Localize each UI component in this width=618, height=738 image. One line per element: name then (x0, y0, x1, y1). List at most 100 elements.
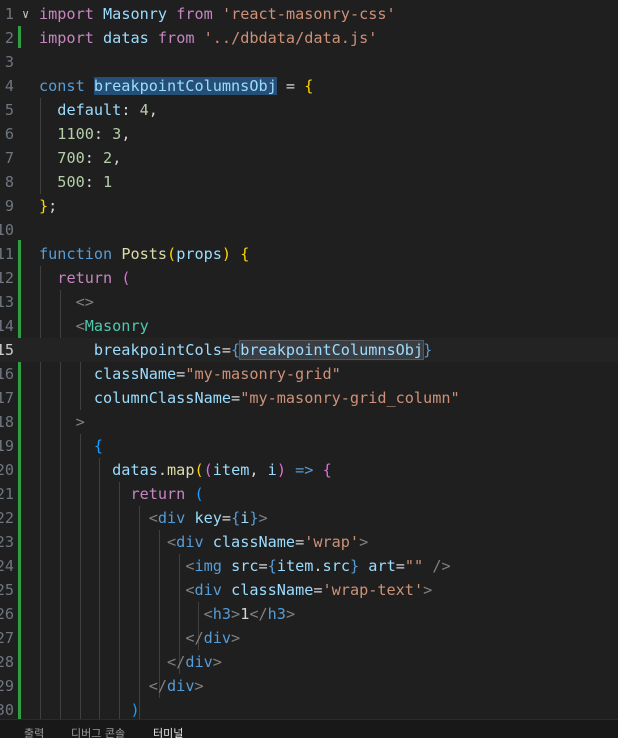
code-token: } (39, 197, 49, 215)
line-number: 23 (0, 533, 14, 551)
code-token: map (167, 461, 195, 479)
code-token: from (176, 5, 213, 23)
code-text: </div> (39, 674, 204, 698)
code-token: ( (194, 461, 204, 479)
code-token: ( (194, 485, 204, 503)
code-token: div (176, 533, 204, 551)
code-line[interactable]: 8 500: 1 (0, 170, 618, 194)
code-token: datas (112, 461, 158, 479)
code-line[interactable]: 13 <> (0, 290, 618, 314)
code-token: , (112, 149, 122, 167)
code-text: <div key={i}> (39, 506, 268, 530)
code-token: div (194, 581, 222, 599)
code-token: > (194, 677, 204, 695)
code-text: import datas from '../dbdata/data.js' (39, 26, 377, 50)
code-line[interactable]: 1 ∨ import Masonry from 'react-masonry-css… (0, 2, 618, 26)
code-text: function Posts(props) { (39, 242, 249, 266)
code-token: div (157, 509, 186, 527)
code-token: ; (48, 197, 58, 215)
code-token: </ (148, 677, 168, 695)
line-number: 4 (4, 77, 14, 95)
code-line[interactable]: 14 <Masonry (0, 314, 618, 338)
code-line[interactable]: 4 const breakpointColumnsObj = { (0, 74, 618, 98)
code-line[interactable]: 10 (0, 218, 618, 242)
code-token: = (313, 581, 323, 599)
code-token: ) (221, 245, 232, 263)
code-line[interactable]: 15 breakpointCols={breakpointColumnsObj} (0, 338, 618, 362)
code-line[interactable]: 30 ) (0, 698, 618, 719)
code-token: 1100 (57, 125, 94, 143)
code-token: ( (167, 245, 177, 263)
code-token: ( (203, 461, 213, 479)
code-line[interactable]: 24 <img src={item.src} art="" /> (0, 554, 618, 578)
code-token: item (212, 461, 250, 479)
code-editor[interactable]: 1 ∨ import Masonry from 'react-masonry-css… (0, 0, 618, 719)
line-number: 29 (0, 677, 14, 695)
code-line[interactable]: 12 return ( (0, 266, 618, 290)
code-line[interactable]: 20 datas.map((item, i) => { (0, 458, 618, 482)
line-number: 24 (0, 557, 14, 575)
code-text: { (39, 434, 103, 458)
line-number: 30 (0, 701, 14, 719)
code-token: function (39, 245, 113, 263)
code-text: 500: 1 (39, 170, 112, 194)
code-line[interactable]: 19 { (0, 434, 618, 458)
line-number: 1 (4, 5, 14, 23)
code-line[interactable]: 17 columnClassName="my-masonry-grid_colu… (0, 386, 618, 410)
code-line[interactable]: 5 default: 4, (0, 98, 618, 122)
code-line[interactable]: 6 1100: 3, (0, 122, 618, 146)
code-line[interactable]: 2 import datas from '../dbdata/data.js' (0, 26, 618, 50)
code-line[interactable]: 23 <div className='wrap'> (0, 530, 618, 554)
line-number: 13 (0, 293, 14, 311)
code-token: </ (185, 629, 204, 647)
line-number: 25 (0, 581, 14, 599)
code-token: </ (167, 653, 186, 671)
code-line[interactable]: 26 <h3>1</h3> (0, 602, 618, 626)
code-token: , (121, 125, 131, 143)
panel-tab[interactable]: 출력 (24, 727, 44, 738)
code-line[interactable]: 29 </div> (0, 674, 618, 698)
panel-tab[interactable]: 터미널 (153, 727, 183, 738)
code-line[interactable]: 27 </div> (0, 626, 618, 650)
code-token: 'react-masonry-css' (221, 5, 396, 23)
code-line[interactable]: 28 </div> (0, 650, 618, 674)
line-number: 2 (4, 29, 14, 47)
code-line[interactable]: 3 (0, 50, 618, 74)
line-number: 3 (4, 53, 14, 71)
code-line[interactable]: 25 <div className='wrap-text'> (0, 578, 618, 602)
code-token: > (285, 605, 296, 623)
code-line[interactable]: 22 <div key={i}> (0, 506, 618, 530)
panel-tab[interactable]: 디버그 콘솔 (71, 727, 125, 738)
code-line[interactable]: 11 function Posts(props) { (0, 242, 618, 266)
chevron-down-icon[interactable]: ∨ (22, 2, 29, 26)
code-token: = (395, 557, 405, 575)
code-token: > (231, 605, 241, 623)
code-token: return (130, 485, 186, 503)
code-token: => (295, 461, 314, 479)
code-token: < (148, 509, 158, 527)
line-number: 7 (4, 149, 14, 167)
code-line[interactable]: 7 700: 2, (0, 146, 618, 170)
code-token: '../dbdata/data.js' (203, 29, 378, 47)
code-token: "my-masonry-grid_column" (240, 389, 460, 407)
code-line[interactable]: 21 return ( (0, 482, 618, 506)
code-token: { (231, 341, 241, 359)
code-line[interactable]: 18 > (0, 410, 618, 434)
code-token: : (121, 101, 140, 119)
code-token: 3 (112, 125, 122, 143)
code-token: 2 (103, 149, 113, 167)
code-text: 1100: 3, (39, 122, 130, 146)
code-line[interactable]: 16 className="my-masonry-grid" (0, 362, 618, 386)
code-line[interactable]: 9}; (0, 194, 618, 218)
